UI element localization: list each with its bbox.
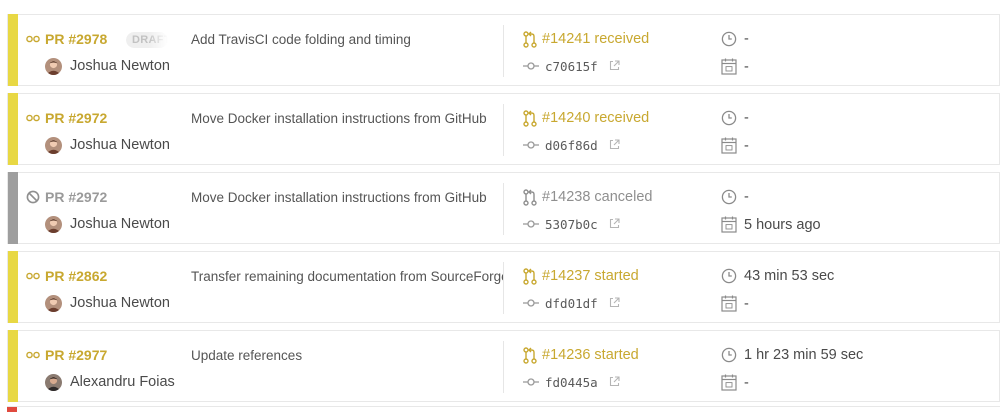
pending-dots-icon (26, 35, 40, 43)
finished-time: - (744, 59, 749, 75)
pull-request-icon (523, 110, 537, 127)
clock-icon (721, 347, 737, 363)
build-row[interactable]: PR #2862 Joshua Newton Transfer remainin… (7, 251, 1000, 323)
clock-icon (721, 189, 737, 205)
pull-request-icon (523, 268, 537, 285)
build-duration: 1 hr 23 min 59 sec (744, 347, 864, 363)
status-stripe (8, 330, 18, 402)
external-link-icon[interactable] (609, 297, 620, 308)
build-duration: - (744, 110, 749, 126)
build-duration: 43 min 53 sec (744, 268, 835, 284)
calendar-icon (721, 58, 737, 75)
column-divider (503, 104, 504, 156)
failed-status-stripe (7, 407, 17, 412)
column-divider (503, 341, 504, 393)
pr-title-link[interactable]: Move Docker installation instructions fr… (191, 190, 504, 205)
clock-icon (721, 31, 737, 47)
external-link-icon[interactable] (609, 218, 620, 229)
finished-time: 5 hours ago (744, 217, 821, 233)
author-avatar (45, 295, 62, 312)
status-stripe (8, 93, 18, 165)
pr-title-link[interactable]: Add TravisCI code folding and timing (191, 32, 504, 47)
author-avatar (45, 374, 62, 391)
column-divider (503, 25, 504, 77)
author-name: Alexandru Foias (70, 374, 175, 390)
calendar-icon (721, 216, 737, 233)
build-number-link[interactable]: #14237 started (542, 268, 639, 284)
pending-dots-icon (26, 114, 40, 122)
calendar-icon (721, 374, 737, 391)
pr-number-link[interactable]: PR #2972 (45, 110, 107, 126)
status-stripe (8, 172, 18, 244)
next-build-row-edge (7, 406, 1000, 412)
commit-sha-link[interactable]: dfd01df (545, 296, 598, 311)
external-link-icon[interactable] (609, 139, 620, 150)
commit-sha-link[interactable]: d06f86d (545, 138, 598, 153)
finished-time: - (744, 296, 749, 312)
author-avatar (45, 216, 62, 233)
column-divider (503, 183, 504, 235)
build-row[interactable]: PR #2972 Joshua Newton Move Docker insta… (7, 93, 1000, 165)
author-avatar (45, 137, 62, 154)
draft-badge: DRAFT (126, 32, 168, 48)
column-divider (503, 262, 504, 314)
pr-number-link[interactable]: PR #2862 (45, 268, 107, 284)
status-stripe (8, 251, 18, 323)
build-row[interactable]: PR #2977 Alexandru Foias Update referenc… (7, 330, 1000, 402)
canceled-icon (26, 190, 40, 204)
pending-dots-icon (26, 272, 40, 280)
pull-request-icon (523, 347, 537, 364)
build-row[interactable]: PR #2972 Joshua Newton Move Docker insta… (7, 172, 1000, 244)
build-number-link[interactable]: #14238 canceled (542, 189, 652, 205)
build-number-link[interactable]: #14241 received (542, 31, 649, 47)
pr-number-link[interactable]: PR #2978 (45, 31, 107, 47)
commit-icon (523, 299, 539, 307)
pending-dots-icon (26, 351, 40, 359)
pr-number-link[interactable]: PR #2977 (45, 347, 107, 363)
commit-icon (523, 378, 539, 386)
author-name: Joshua Newton (70, 137, 170, 153)
clock-icon (721, 268, 737, 284)
finished-time: - (744, 375, 749, 391)
finished-time: - (744, 138, 749, 154)
build-row[interactable]: PR #2978 DRAFT Joshua Newton Add TravisC… (7, 14, 1000, 86)
pr-number-link[interactable]: PR #2972 (45, 189, 107, 205)
author-name: Joshua Newton (70, 216, 170, 232)
build-number-link[interactable]: #14240 received (542, 110, 649, 126)
commit-sha-link[interactable]: 5307b0c (545, 217, 598, 232)
external-link-icon[interactable] (609, 376, 620, 387)
commit-sha-link[interactable]: c70615f (545, 59, 598, 74)
pull-request-icon (523, 189, 537, 206)
pr-title-link[interactable]: Move Docker installation instructions fr… (191, 111, 504, 126)
commit-icon (523, 62, 539, 70)
commit-sha-link[interactable]: fd0445a (545, 375, 598, 390)
build-duration: - (744, 31, 749, 47)
author-avatar (45, 58, 62, 75)
build-list: PR #2978 DRAFT Joshua Newton Add TravisC… (0, 0, 1006, 412)
author-name: Joshua Newton (70, 295, 170, 311)
pr-title-link[interactable]: Update references (191, 348, 504, 363)
external-link-icon[interactable] (609, 60, 620, 71)
build-duration: - (744, 189, 749, 205)
commit-icon (523, 141, 539, 149)
build-number-link[interactable]: #14236 started (542, 347, 639, 363)
clock-icon (721, 110, 737, 126)
status-stripe (8, 14, 18, 86)
calendar-icon (721, 295, 737, 312)
pr-title-link[interactable]: Transfer remaining documentation from So… (191, 269, 504, 284)
pull-request-icon (523, 31, 537, 48)
author-name: Joshua Newton (70, 58, 170, 74)
commit-icon (523, 220, 539, 228)
calendar-icon (721, 137, 737, 154)
